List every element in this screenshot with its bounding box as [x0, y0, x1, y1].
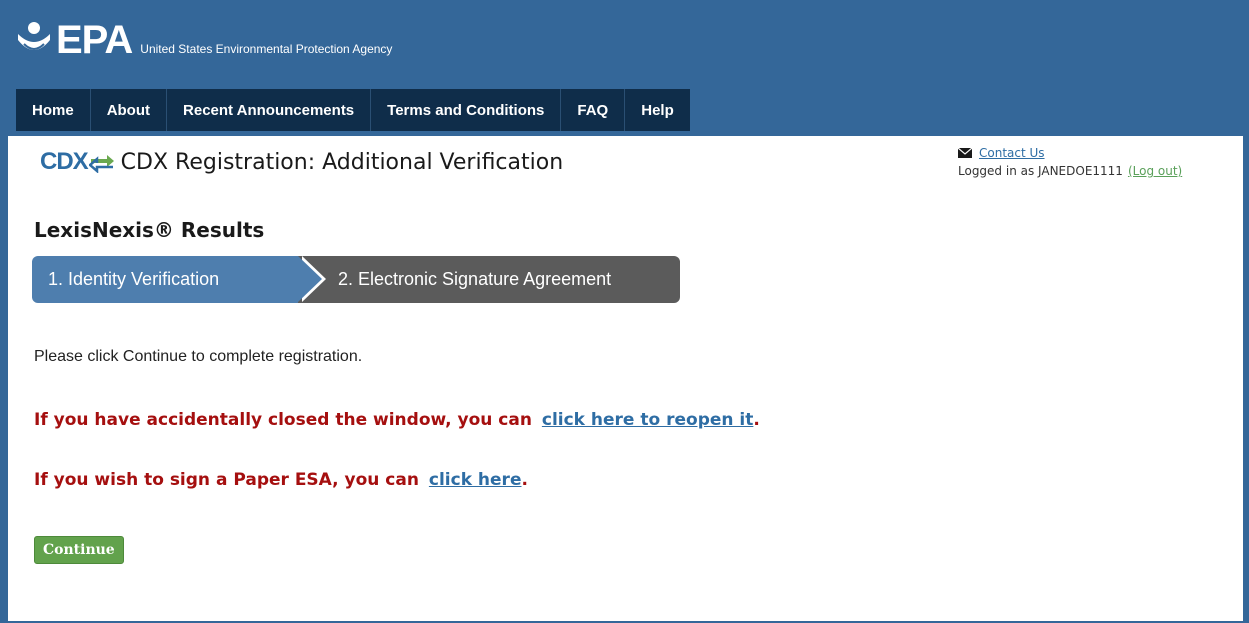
epa-logo[interactable]: EPA United States Environmental Protecti… — [14, 20, 392, 60]
reopen-link[interactable]: click here to reopen it — [542, 410, 754, 430]
page-title: CDX Registration: Additional Verificatio… — [120, 149, 564, 175]
main-nav: Home About Recent Announcements Terms an… — [16, 89, 690, 131]
cdx-logo: CDX — [40, 148, 115, 176]
contact-us-link[interactable]: Contact Us — [979, 146, 1045, 160]
logo-text: EPA — [56, 18, 133, 62]
cdx-logo-text: CDX — [40, 148, 89, 175]
user-utility: Contact Us Logged in as JANEDOE1111 (Log… — [958, 144, 1182, 180]
nav-help[interactable]: Help — [625, 89, 690, 131]
logout-link[interactable]: (Log out) — [1128, 164, 1182, 178]
nav-terms-and-conditions[interactable]: Terms and Conditions — [371, 89, 562, 131]
right-border — [1243, 136, 1249, 623]
left-border — [0, 136, 8, 623]
reopen-message: If you have accidentally closed the wind… — [34, 410, 760, 430]
nav-home[interactable]: Home — [16, 89, 91, 131]
page-frame: EPA United States Environmental Protecti… — [0, 0, 1249, 623]
nav-recent-announcements[interactable]: Recent Announcements — [167, 89, 372, 131]
progress-steps: 1. Identity Verification 2. Electronic S… — [32, 256, 680, 303]
reopen-text: If you have accidentally closed the wind… — [34, 410, 532, 430]
envelope-icon — [958, 148, 972, 158]
paper-esa-text: If you wish to sign a Paper ESA, you can — [34, 470, 419, 490]
reopen-period: . — [753, 410, 760, 430]
nav-faq[interactable]: FAQ — [561, 89, 626, 131]
paper-esa-message: If you wish to sign a Paper ESA, you can… — [34, 470, 528, 490]
continue-button[interactable]: Continue — [34, 536, 124, 564]
page-header: CDX CDX Registration: Additional Verific… — [40, 148, 563, 176]
header-bar: EPA United States Environmental Protecti… — [0, 0, 1249, 136]
agency-name: United States Environmental Protection A… — [140, 42, 393, 56]
instruction-text: Please click Continue to complete regist… — [34, 348, 363, 365]
cdx-arrows-icon — [88, 155, 114, 173]
nav-about[interactable]: About — [91, 89, 168, 131]
paper-esa-period: . — [521, 470, 528, 490]
logged-in-text: Logged in as JANEDOE1111 — [958, 164, 1123, 178]
paper-esa-link[interactable]: click here — [429, 470, 522, 490]
section-heading: LexisNexis® Results — [34, 218, 265, 242]
login-status: Logged in as JANEDOE1111 (Log out) — [958, 162, 1182, 180]
main-content: CDX CDX Registration: Additional Verific… — [8, 136, 1243, 621]
epa-flower-icon — [18, 22, 50, 50]
step-identity-verification: 1. Identity Verification — [32, 256, 326, 303]
contact-row: Contact Us — [958, 144, 1182, 162]
step-electronic-signature-agreement: 2. Electronic Signature Agreement — [298, 256, 680, 303]
